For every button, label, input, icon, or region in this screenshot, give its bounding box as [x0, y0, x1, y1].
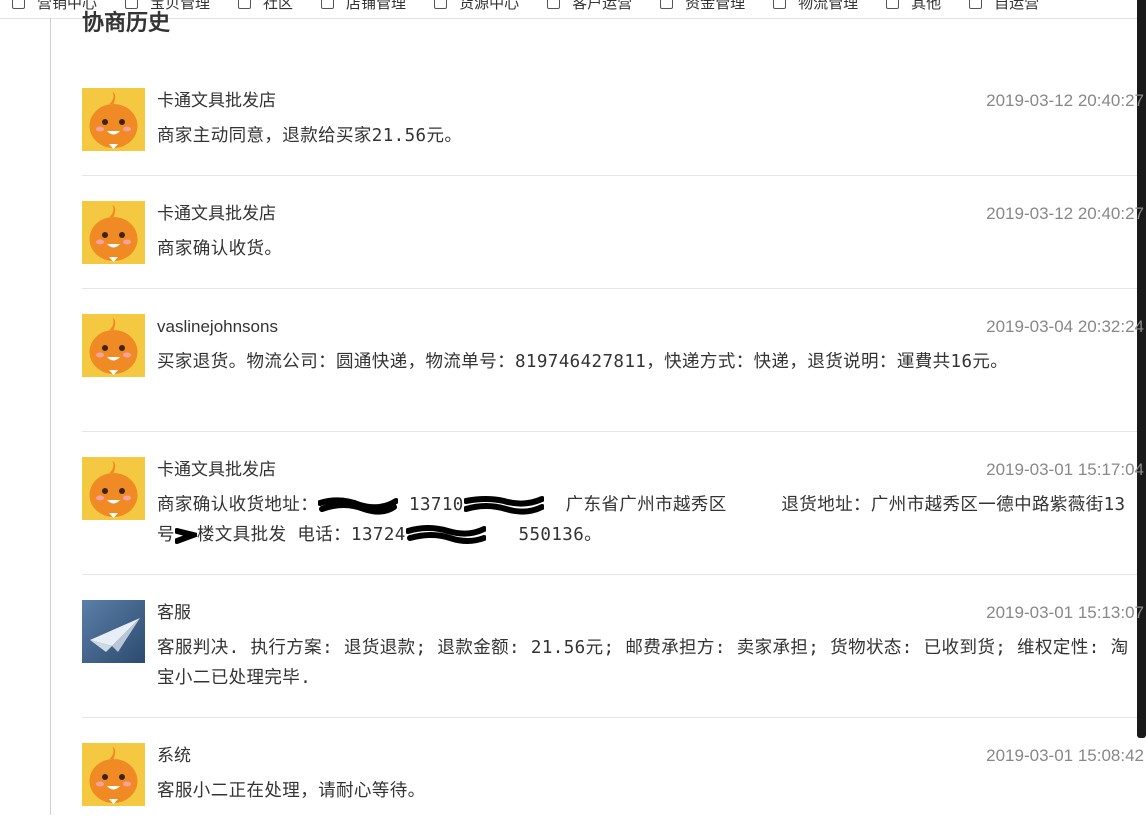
message-text: 客服小二正在处理，请耐心等待。	[157, 781, 426, 801]
sender-name: 系统	[157, 746, 191, 765]
mascot-avatar-icon	[82, 88, 145, 151]
redaction-scribble-icon	[463, 496, 544, 515]
checkbox-icon	[238, 0, 252, 9]
message-text: 客服判决. 执行方案: 退货退款; 退款金额: 21.56元; 邮费承担方: 卖…	[157, 638, 1129, 688]
mascot-avatar-icon	[82, 457, 145, 520]
timestamp: 2019-03-01 15:13:07	[986, 603, 1144, 622]
checkbox-icon	[886, 0, 900, 9]
message-part: 商家确认收货地址：	[157, 495, 319, 515]
timestamp: 2019-03-01 15:08:42	[986, 746, 1144, 765]
redaction-scribble-icon	[318, 497, 399, 515]
nav-item-label: 其他	[911, 0, 942, 12]
checkbox-icon	[547, 0, 561, 9]
nav-item-sourcing[interactable]: 货源中心	[434, 0, 519, 13]
page-title: 协商历史	[82, 10, 171, 35]
checkbox-icon	[660, 0, 674, 9]
left-divider	[50, 18, 51, 815]
timestamp: 2019-03-12 20:40:27	[986, 91, 1144, 110]
nav-item-other[interactable]: 其他	[886, 0, 941, 13]
message-text: 商家确认收货。	[157, 239, 283, 259]
nav-item-label: 物流管理	[798, 0, 859, 12]
redaction-scribble-icon	[174, 528, 197, 544]
message-part: 550136。	[518, 525, 603, 545]
nav-item-customers[interactable]: 客户运营	[547, 0, 632, 13]
sender-name: 客服	[157, 603, 191, 622]
nav-item-self-operation[interactable]: 自运营	[969, 0, 1039, 13]
nav-item-funds[interactable]: 资金管理	[660, 0, 745, 13]
nav-item-label: 客户运营	[572, 0, 633, 12]
nav-item-logistics[interactable]: 物流管理	[773, 0, 858, 13]
history-entry: 客服 2019-03-01 15:13:07 客服判决. 执行方案: 退货退款;…	[82, 600, 1144, 718]
sender-name: 卡通文具批发店	[157, 204, 276, 223]
message-part: 广东省广州市越秀区	[565, 495, 727, 515]
checkbox-icon	[321, 0, 335, 9]
history-entry: 卡通文具批发店 2019-03-12 20:40:27 商家确认收货。	[82, 201, 1144, 289]
message-part: 楼文具批发 电话：13724	[196, 525, 406, 545]
timestamp: 2019-03-01 15:17:04	[986, 460, 1144, 479]
timestamp: 2019-03-04 20:32:24	[986, 317, 1144, 336]
top-nav-bar: 营销中心 宝贝管理 社区 店铺管理 货源中心 客户运营 资金管理 物流管理 其他…	[0, 0, 1146, 19]
sender-name: 卡通文具批发店	[157, 460, 276, 479]
nav-item-label: 社区	[263, 0, 294, 12]
history-entry: 卡通文具批发店 2019-03-12 20:40:27 商家主动同意，退款给买家…	[82, 88, 1144, 176]
negotiation-history-list: 卡通文具批发店 2019-03-12 20:40:27 商家主动同意，退款给买家…	[82, 88, 1144, 830]
message-part: 13710	[409, 495, 464, 515]
checkbox-icon	[12, 0, 25, 9]
timestamp: 2019-03-12 20:40:27	[986, 204, 1144, 223]
redaction-scribble-icon	[405, 525, 486, 544]
nav-item-community[interactable]: 社区	[238, 0, 293, 13]
nav-item-label: 货源中心	[459, 0, 520, 12]
sender-name: vaslinejohnsons	[157, 317, 278, 336]
message-text: 买家退货。物流公司：圆通快递，物流单号：819746427811，快递方式：快递…	[157, 352, 1009, 372]
checkbox-icon	[773, 0, 787, 9]
nav-item-label: 自运营	[994, 0, 1040, 12]
history-entry: vaslinejohnsons 2019-03-04 20:32:24 买家退货…	[82, 314, 1144, 432]
sender-name: 卡通文具批发店	[157, 91, 276, 110]
mascot-avatar-icon	[82, 314, 145, 377]
history-entry: 系统 2019-03-01 15:08:42 客服小二正在处理，请耐心等待。	[82, 743, 1144, 830]
nav-item-label: 店铺管理	[346, 0, 407, 12]
paper-plane-avatar-icon	[82, 600, 145, 663]
checkbox-icon	[434, 0, 448, 9]
nav-item-shop[interactable]: 店铺管理	[321, 0, 406, 13]
nav-item-label: 资金管理	[685, 0, 746, 12]
message-text: 商家主动同意，退款给买家21.56元。	[157, 126, 463, 146]
mascot-avatar-icon	[82, 743, 145, 806]
checkbox-icon	[969, 0, 983, 9]
history-entry: 卡通文具批发店 2019-03-01 15:17:04 商家确认收货地址： 13…	[82, 457, 1144, 575]
message-text: 商家确认收货地址： 13710 广东省广州市越秀区 退货地址：广州市越秀区一德中…	[157, 490, 1132, 550]
mascot-avatar-icon	[82, 201, 145, 264]
